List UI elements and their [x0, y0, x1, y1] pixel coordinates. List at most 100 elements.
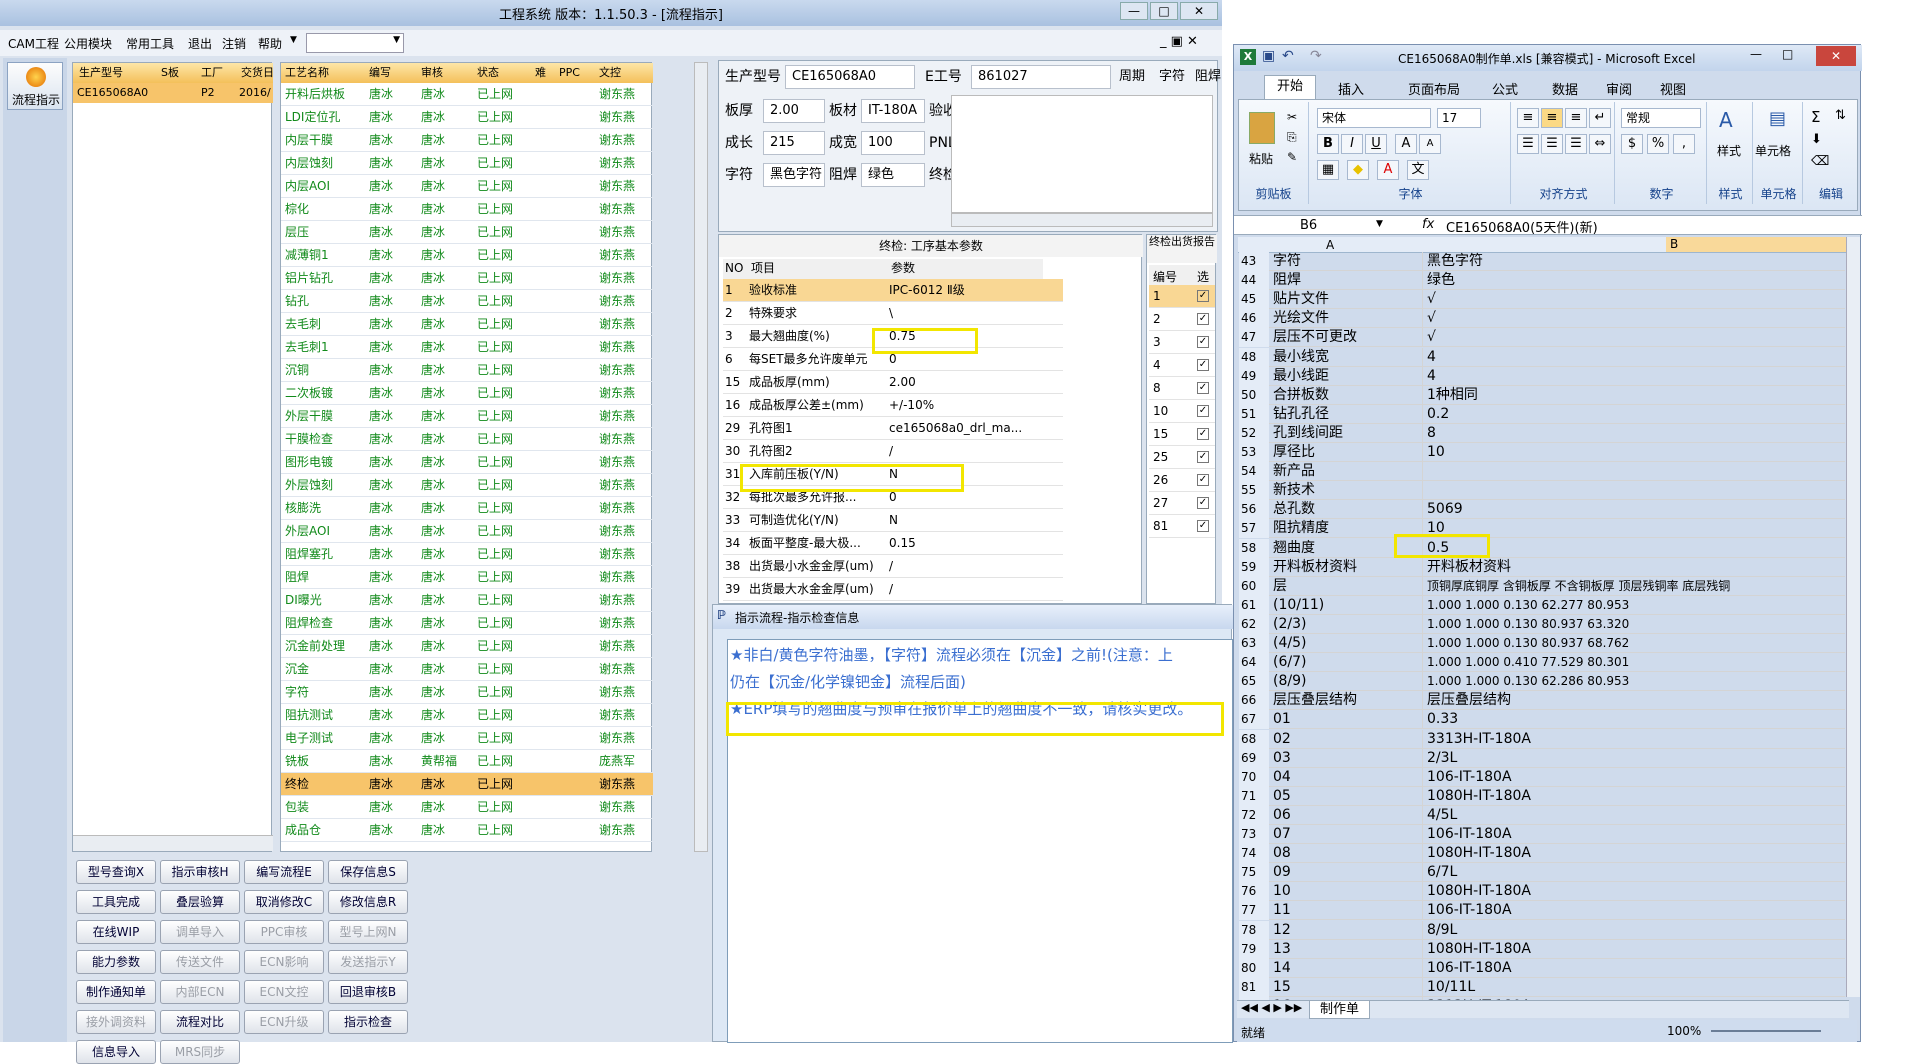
excel-row[interactable]: 75 09 6/7L [1239, 863, 1845, 883]
row-number[interactable]: 75 [1239, 863, 1269, 883]
report-row[interactable]: 81 ✓ [1149, 515, 1215, 538]
cell-a[interactable]: 钻孔孔径 [1273, 404, 1423, 424]
action-button[interactable]: 叠层验算 [160, 890, 240, 914]
process-col-header[interactable]: 文控 [599, 61, 621, 84]
excel-row[interactable]: 49 最小线距 4 [1239, 366, 1845, 386]
model-field[interactable]: CE165068A0 [785, 65, 915, 89]
cell-a[interactable]: 层压不可更改 [1273, 328, 1423, 348]
process-row[interactable]: 干膜检查 唐冰 唐冰 已上网 谢东燕 [281, 428, 653, 451]
cell-b[interactable]: 1种相同 [1427, 386, 1845, 405]
maximize-button[interactable]: □ [1150, 2, 1178, 20]
excel-row[interactable]: 81 15 10/11L [1239, 977, 1845, 997]
cell-b[interactable]: 5069 [1427, 500, 1845, 519]
action-button[interactable]: ECN影响 [244, 950, 324, 974]
menu-logout[interactable]: 注销 [222, 35, 246, 52]
align-bottom-button[interactable]: ≡ [1565, 108, 1587, 128]
action-button[interactable]: 内部ECN [160, 980, 240, 1004]
process-row[interactable]: DI曝光 唐冰 唐冰 已上网 谢东燕 [281, 589, 653, 612]
row-number[interactable]: 43 [1239, 252, 1269, 271]
sheet-nav-icons[interactable]: ◀◀ ◀ ▶ ▶▶ [1241, 1001, 1302, 1014]
row-number[interactable]: 51 [1239, 404, 1269, 424]
percent-button[interactable]: % [1647, 134, 1669, 154]
action-button[interactable]: 编写流程E [244, 860, 324, 884]
thickness-field[interactable]: 2.00 [763, 99, 825, 123]
excel-row[interactable]: 79 13 1080H-IT-180A [1239, 939, 1845, 959]
cell-a[interactable]: (4/5) [1273, 634, 1423, 653]
action-button[interactable]: 指示审核H [160, 860, 240, 884]
font-size-box[interactable]: 17 [1437, 108, 1481, 128]
currency-button[interactable]: $ [1621, 134, 1643, 154]
process-row[interactable]: 字符 唐冰 唐冰 已上网 谢东燕 [281, 681, 653, 704]
row-number[interactable]: 47 [1239, 328, 1269, 348]
excel-row[interactable]: 60 层顶铜厚底铜厚 含铜板厚 不含铜板厚 顶层残铜率 底层残铜 [1239, 576, 1845, 596]
row-number[interactable]: 54 [1239, 462, 1269, 482]
process-vscroll[interactable] [694, 62, 708, 852]
menu-tools[interactable]: 常用工具 [126, 35, 174, 52]
report-checkbox[interactable]: ✓ [1197, 290, 1209, 302]
action-button[interactable]: 工具完成 [76, 890, 156, 914]
function-icon[interactable]: fx [1422, 217, 1434, 232]
action-button[interactable]: ECN升级 [244, 1010, 324, 1034]
report-checkbox[interactable]: ✓ [1197, 451, 1209, 463]
action-button[interactable]: 能力参数 [76, 950, 156, 974]
wrap-text-button[interactable]: ↵ [1589, 108, 1611, 128]
excel-row[interactable]: 77 11 106-IT-180A [1239, 901, 1845, 921]
align-left-button[interactable]: ☰ [1517, 134, 1539, 154]
action-button[interactable]: 保存信息S [328, 860, 408, 884]
process-row[interactable]: 外层蚀刻 唐冰 唐冰 已上网 谢东燕 [281, 474, 653, 497]
excel-row[interactable]: 76 10 1080H-IT-180A [1239, 882, 1845, 902]
excel-row[interactable]: 69 03 2/3L [1239, 748, 1845, 768]
cell-b[interactable]: 106-IT-180A [1427, 825, 1845, 844]
cell-a[interactable]: (2/3) [1273, 614, 1423, 634]
align-right-button[interactable]: ☰ [1565, 134, 1587, 154]
report-row[interactable]: 10 ✓ [1149, 400, 1215, 423]
row-number[interactable]: 63 [1239, 634, 1269, 653]
report-row[interactable]: 8 ✓ [1149, 377, 1215, 400]
row-number[interactable]: 62 [1239, 614, 1269, 634]
process-row[interactable]: 钻孔 唐冰 唐冰 已上网 谢东燕 [281, 290, 653, 313]
close-button[interactable]: ✕ [1180, 2, 1218, 20]
cell-a[interactable]: 13 [1273, 939, 1423, 959]
action-button[interactable]: 指示检查 [328, 1010, 408, 1034]
process-row[interactable]: 内层干膜 唐冰 唐冰 已上网 谢东燕 [281, 129, 653, 152]
cell-b[interactable]: 0.33 [1427, 710, 1845, 729]
cell-b[interactable]: √ [1427, 290, 1845, 309]
process-row[interactable]: 二次板镀 唐冰 唐冰 已上网 谢东燕 [281, 382, 653, 405]
action-button[interactable]: MRS同步 [160, 1040, 240, 1064]
cell-b[interactable]: 8 [1427, 424, 1845, 443]
action-button[interactable]: 取消修改C [244, 890, 324, 914]
excel-row[interactable]: 73 07 106-IT-180A [1239, 825, 1845, 844]
params-row[interactable]: 30 孔符图2 / [723, 440, 1063, 463]
process-row[interactable]: 电子测试 唐冰 唐冰 已上网 谢东燕 [281, 727, 653, 750]
excel-row[interactable]: 65 (8/9) 1.000 1.000 0.130 62.286 80.953 [1239, 672, 1845, 692]
excel-row[interactable]: 47 层压不可更改 √ [1239, 328, 1845, 348]
sum-icon[interactable]: Σ [1811, 108, 1820, 126]
report-checkbox[interactable]: ✓ [1197, 497, 1209, 509]
phonetic-button[interactable]: 文 [1407, 160, 1429, 180]
styles-icon[interactable]: A [1719, 108, 1733, 132]
excel-row[interactable]: 80 14 106-IT-180A [1239, 958, 1845, 978]
params-row[interactable]: 39 出货最大水金金厚(um) / [723, 578, 1063, 601]
cell-b[interactable]: 绿色 [1427, 271, 1845, 290]
cell-a[interactable]: 05 [1273, 786, 1423, 806]
report-row[interactable]: 27 ✓ [1149, 492, 1215, 515]
row-number[interactable]: 59 [1239, 557, 1269, 577]
excel-row[interactable]: 78 12 8/9L [1239, 920, 1845, 940]
cell-a[interactable]: 最小线宽 [1273, 347, 1423, 367]
action-button[interactable]: 流程对比 [160, 1010, 240, 1034]
flow-button[interactable]: 流程指示 [7, 62, 63, 110]
cut-icon[interactable]: ✂ [1287, 110, 1297, 124]
row-number[interactable]: 56 [1239, 500, 1269, 520]
process-row[interactable]: 图形电镀 唐冰 唐冰 已上网 谢东燕 [281, 451, 653, 474]
excel-row[interactable]: 54 新产品 [1239, 462, 1845, 482]
action-button[interactable]: 发送指示Y [328, 950, 408, 974]
excel-row[interactable]: 64 (6/7) 1.000 1.000 0.410 77.529 80.301 [1239, 653, 1845, 673]
cell-b[interactable]: 4 [1427, 367, 1845, 386]
font-color-button[interactable]: A [1377, 160, 1399, 180]
cell-b[interactable]: 106-IT-180A [1427, 901, 1845, 920]
cell-b[interactable]: 8/9L [1427, 921, 1845, 940]
cell-a[interactable]: 总孔数 [1273, 500, 1423, 520]
fill-color-button[interactable]: ◆ [1347, 160, 1369, 180]
cell-b[interactable]: 0.2 [1427, 405, 1845, 424]
row-number[interactable]: 80 [1239, 958, 1269, 978]
